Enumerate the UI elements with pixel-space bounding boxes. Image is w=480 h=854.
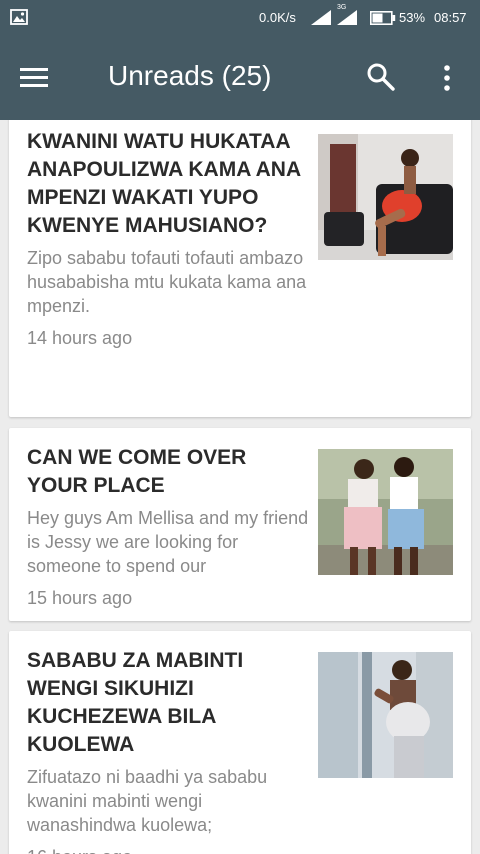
article-headline: SABABU ZA MABINTI WENGI SIKUHIZI KUCHEZE…	[27, 649, 244, 756]
page-title: Unreads (25)	[108, 60, 272, 91]
gallery-notification-icon	[10, 9, 28, 28]
battery-percent: 53%	[399, 10, 426, 25]
signal-icon	[311, 10, 331, 28]
article-headline: CAN WE COME OVER YOUR PLACE	[27, 446, 247, 497]
battery-icon	[370, 11, 396, 28]
app-bar: Unreads (25)	[0, 36, 480, 120]
article-summary: Hey guys Am Mellisa and my friend is Jes…	[27, 508, 309, 576]
clock: 08:57	[434, 10, 467, 25]
article-card[interactable]: SABABU ZA MABINTI WENGI SIKUHIZI KUCHEZE…	[9, 631, 471, 854]
signal-3g-icon	[337, 6, 357, 28]
net-speed: 0.0K/s	[259, 10, 296, 25]
search-icon[interactable]	[366, 62, 400, 94]
article-feed[interactable]: KWANINI WATU HUKATAA ANAPOULIZWA KAMA AN…	[0, 120, 480, 854]
article-thumbnail	[318, 652, 453, 778]
article-card[interactable]: CAN WE COME OVER YOUR PLACE Hey guys Am …	[9, 428, 471, 621]
article-thumbnail	[318, 449, 453, 575]
article-time: 15 hours ago	[27, 588, 133, 608]
status-bar: 0.0K/s 3G 53% 08:57	[0, 0, 480, 36]
menu-icon[interactable]	[20, 62, 64, 94]
article-thumbnail	[318, 134, 453, 260]
more-vert-icon[interactable]	[434, 60, 460, 96]
article-time: 16 hours ago	[27, 845, 309, 854]
article-card[interactable]: KWANINI WATU HUKATAA ANAPOULIZWA KAMA AN…	[9, 120, 471, 417]
article-summary: Zifuatazo ni baadhi ya sababu kwanini ma…	[27, 767, 268, 835]
article-summary: Zipo sababu tofauti tofauti ambazo husab…	[27, 248, 307, 316]
article-time: 14 hours ago	[27, 328, 133, 348]
article-headline: KWANINI WATU HUKATAA ANAPOULIZWA KAMA AN…	[27, 130, 301, 237]
